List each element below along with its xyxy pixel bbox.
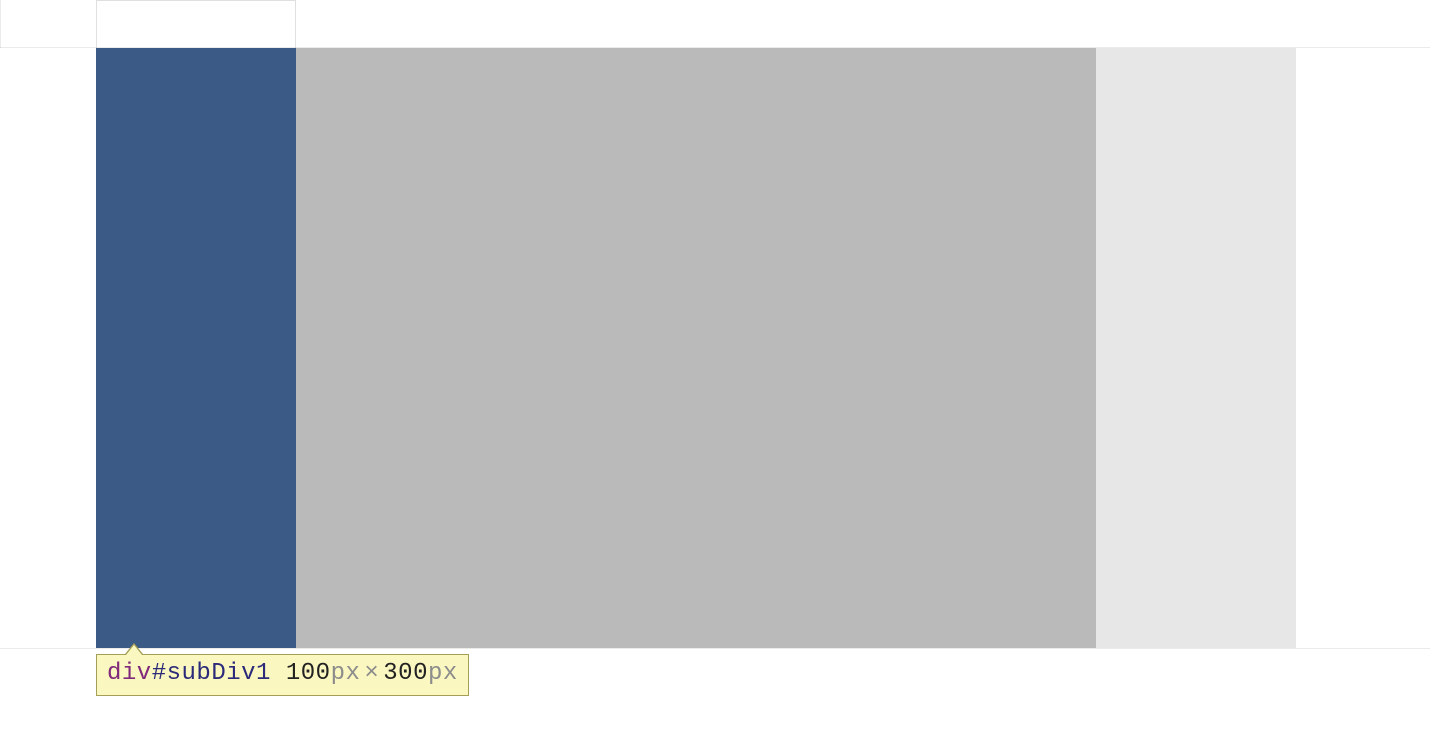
- tooltip-height-unit: px: [428, 660, 458, 687]
- tooltip-height-value: 300: [383, 660, 428, 687]
- separator-line: [0, 648, 1430, 649]
- tooltip-times-separator: ×: [360, 660, 383, 687]
- element-hover-highlight: [96, 0, 296, 48]
- tooltip-width-unit: px: [331, 660, 361, 687]
- tooltip-arrow: [126, 645, 142, 655]
- tooltip-tag-name: div: [107, 660, 152, 687]
- column-subDiv2[interactable]: [296, 48, 1096, 648]
- tooltip-selector: #subDiv1: [152, 660, 271, 687]
- column-subDiv1[interactable]: [96, 48, 296, 648]
- ruler-line-left: [0, 0, 1, 48]
- column-subDiv3[interactable]: [1096, 48, 1296, 648]
- tooltip-width-value: 100: [286, 660, 331, 687]
- page-layout-container: [96, 48, 1296, 648]
- element-inspector-tooltip: div#subDiv1 100px×300px: [96, 654, 469, 696]
